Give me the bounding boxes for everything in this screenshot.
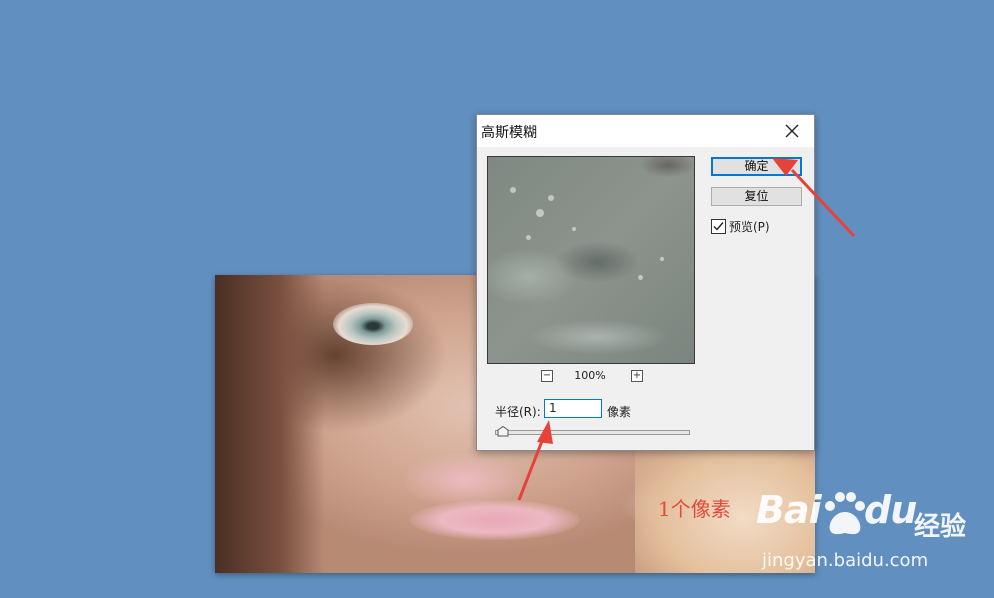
paw-icon — [825, 492, 865, 535]
watermark-brand-left: Bai — [756, 488, 822, 532]
arrow-to-radius-input — [517, 420, 553, 501]
arrow-to-ok-button — [772, 158, 856, 238]
watermark-jingyan: 经验 — [914, 512, 967, 542]
watermark-brand: Bai du — [756, 488, 917, 532]
desktop-canvas: 1个像素 高斯模糊 − 100% + 确定 复位 预览(P) 半径(R): 1 … — [0, 0, 994, 598]
watermark-brand-right: du — [864, 488, 917, 532]
watermark-url: jingyan.baidu.com — [762, 550, 929, 571]
watermark: Bai du 经验 jingyan.baidu.com — [756, 488, 986, 578]
